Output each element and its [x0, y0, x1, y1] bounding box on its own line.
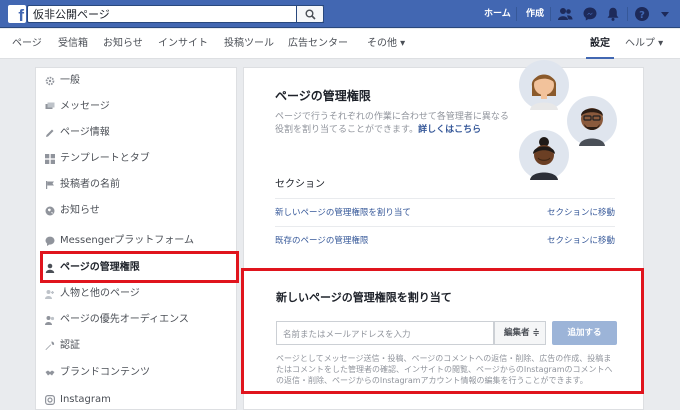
- svg-text:?: ?: [639, 10, 645, 21]
- nav-settings[interactable]: 設定: [590, 37, 610, 51]
- sidebar-item-label: Messengerプラットフォーム: [60, 235, 195, 246]
- sidebar-item-general[interactable]: 一般: [36, 68, 236, 94]
- search-value: 仮非公開ページ: [33, 8, 110, 21]
- settings-sidebar: 一般 メッセージ ページ情報 テンプレートとタブ 投稿者の名前 お知らせ Mes…: [35, 67, 237, 410]
- divider: [627, 7, 628, 21]
- sidebar-item-messages[interactable]: メッセージ: [36, 94, 236, 120]
- nav-insights[interactable]: インサイト: [158, 37, 208, 51]
- create-link[interactable]: 作成: [526, 7, 544, 21]
- sidebar-item-label: 一般: [60, 75, 80, 86]
- section-assign-link[interactable]: 新しいページの管理権限を割り当て: [275, 207, 411, 219]
- role-select[interactable]: 編集者 ≑: [494, 321, 546, 345]
- home-link[interactable]: ホーム: [484, 7, 511, 21]
- section-row-existing: 既存のページの管理権限 セクションに移動: [275, 226, 615, 254]
- assign-role-title: 新しいページの管理権限を割り当て: [276, 291, 452, 304]
- sidebar-item-branded-content[interactable]: ブランドコンテンツ: [36, 360, 236, 386]
- avatar: [519, 130, 569, 180]
- name-email-field[interactable]: [276, 321, 494, 346]
- add-button-label: 追加する: [567, 328, 602, 338]
- people-icon: [45, 316, 55, 325]
- sidebar-item-label: メッセージ: [60, 101, 110, 112]
- help-icon[interactable]: ?: [634, 6, 650, 22]
- sidebar-item-page-info[interactable]: ページ情報: [36, 120, 236, 146]
- top-bar: f 仮非公開ページ ホーム 作成 ?: [0, 0, 680, 28]
- role-select-value: 編集者 ≑: [504, 328, 540, 338]
- woman-avatar-icon: [530, 137, 558, 180]
- divider: [516, 7, 517, 21]
- sidebar-item-label: 人物と他のページ: [60, 288, 140, 299]
- globe-icon: [45, 206, 55, 216]
- wrench-icon: [45, 341, 55, 350]
- avatar: [519, 60, 569, 110]
- messages-icon: [45, 102, 55, 109]
- sidebar-item-post-attribution[interactable]: 投稿者の名前: [36, 172, 236, 198]
- search-icon: [305, 9, 316, 20]
- nav-notifications[interactable]: お知らせ: [103, 37, 143, 51]
- sidebar-item-label: ブランドコンテンツ: [60, 367, 150, 378]
- page-nav: ページ 受信箱 お知らせ インサイト 投稿ツール 広告センター その他 ▾ 設定…: [0, 29, 680, 59]
- sidebar-item-label: お知らせ: [60, 205, 100, 216]
- people-icon: [45, 290, 54, 299]
- dropdown-icon[interactable]: [657, 6, 673, 22]
- nav-help[interactable]: ヘルプ ▾: [625, 37, 663, 51]
- assign-role-section: 新しいページの管理権限を割り当て 編集者 ≑ 追加する ページとしてメッセージ送…: [241, 268, 644, 394]
- highlight-box-sidebar: [40, 251, 239, 283]
- role-description: ページとしてメッセージ送信・投稿、ページのコメントへの返信・削除、広告の作成、投…: [276, 354, 613, 385]
- nav-publishing-tools[interactable]: 投稿ツール: [224, 37, 274, 51]
- sidebar-item-instagram[interactable]: Instagram: [36, 387, 236, 410]
- messenger-icon[interactable]: [582, 6, 598, 22]
- search-button[interactable]: [296, 5, 324, 23]
- go-to-section-link[interactable]: セクションに移動: [547, 207, 615, 219]
- notifications-icon[interactable]: [605, 6, 621, 22]
- handshake-icon: [45, 370, 55, 376]
- nav-ad-center[interactable]: 広告センター: [288, 37, 348, 51]
- go-to-section-link[interactable]: セクションに移動: [547, 235, 615, 247]
- sidebar-item-label: テンプレートとタブ: [60, 153, 150, 164]
- name-email-input[interactable]: [277, 324, 493, 346]
- instagram-icon: [45, 395, 55, 405]
- sidebar-item-label: 投稿者の名前: [60, 179, 120, 190]
- grid-icon: [45, 154, 55, 164]
- add-button[interactable]: 追加する: [552, 321, 617, 345]
- sidebar-item-verification[interactable]: 認証: [36, 333, 236, 359]
- page-description: ページで行うそれぞれの作業に合わせて各管理者に異なる役割を割り当てることができま…: [275, 112, 509, 135]
- sidebar-item-templates-tabs[interactable]: テンプレートとタブ: [36, 146, 236, 172]
- page-title: ページの管理権限: [275, 89, 371, 103]
- sidebar-item-notifications[interactable]: お知らせ: [36, 198, 236, 224]
- avatar: [567, 96, 617, 146]
- section-heading: セクション: [275, 179, 325, 190]
- nav-page[interactable]: ページ: [12, 37, 42, 51]
- section-existing-link[interactable]: 既存のページの管理権限: [275, 235, 368, 247]
- flag-icon: [46, 181, 54, 189]
- sidebar-item-people-other-pages[interactable]: 人物と他のページ: [36, 281, 236, 307]
- learn-more-link[interactable]: 詳しくはこちら: [418, 125, 481, 135]
- nav-inbox[interactable]: 受信箱: [58, 37, 88, 51]
- friends-icon[interactable]: [557, 6, 573, 22]
- sidebar-item-preferred-audience[interactable]: ページの優先オーディエンス: [36, 307, 236, 333]
- sidebar-item-label: ページ情報: [60, 127, 110, 138]
- search-input[interactable]: 仮非公開ページ: [27, 5, 324, 23]
- pencil-icon: [46, 129, 54, 137]
- nav-more[interactable]: その他 ▾: [367, 37, 405, 51]
- active-tab-underline: [586, 57, 614, 59]
- sidebar-item-label: Instagram: [60, 394, 111, 405]
- facebook-logo-icon[interactable]: f: [8, 5, 26, 25]
- sidebar-item-label: 認証: [60, 340, 80, 351]
- sidebar-item-label: ページの優先オーディエンス: [60, 314, 189, 325]
- woman-avatar-icon: [530, 74, 558, 110]
- gear-icon: [45, 76, 55, 86]
- man-avatar-icon: [579, 108, 605, 146]
- messenger-icon: [45, 236, 55, 246]
- divider: [550, 7, 551, 21]
- section-row-assign: 新しいページの管理権限を割り当て セクションに移動: [275, 198, 615, 226]
